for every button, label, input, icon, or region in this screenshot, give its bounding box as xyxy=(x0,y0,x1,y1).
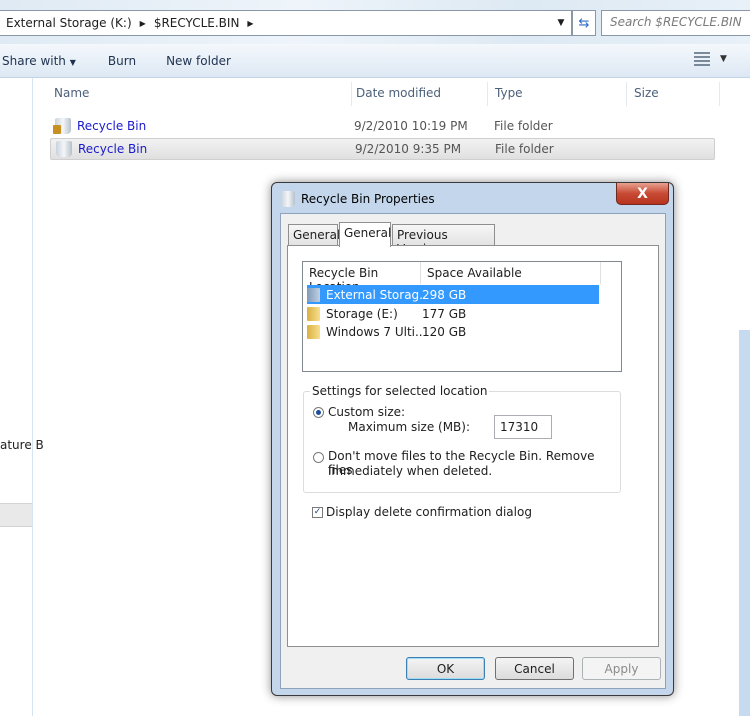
custom-size-label: Custom size: xyxy=(328,405,406,419)
nav-item-selected[interactable] xyxy=(0,503,32,527)
address-bar[interactable]: External Storage (K:) ▶ $RECYCLE.BIN ▶ xyxy=(0,10,572,36)
breadcrumb-arrow-icon[interactable]: ▶ xyxy=(140,19,146,28)
location-item[interactable]: Windows 7 Ulti... 120 GB xyxy=(307,322,599,341)
list-header-space[interactable]: Space Available xyxy=(421,262,601,284)
scrollbar[interactable] xyxy=(739,330,750,716)
share-with-label: Share with xyxy=(2,53,66,68)
recycle-bin-icon xyxy=(281,191,295,207)
tab-panel: Recycle Bin Location Space Available Ext… xyxy=(287,245,659,647)
dont-move-radio[interactable] xyxy=(313,452,324,463)
address-history-dropdown-icon[interactable]: ▼ xyxy=(552,12,570,34)
dont-move-label-line2: immediately when deleted. xyxy=(328,464,493,478)
tab-general-active[interactable]: General xyxy=(339,222,391,247)
file-row[interactable]: Recycle Bin 9/2/2010 10:19 PM File folde… xyxy=(50,115,715,137)
apply-button[interactable]: Apply xyxy=(582,657,661,680)
recycle-bin-properties-dialog: Recycle Bin Properties X General General… xyxy=(271,182,674,696)
location-name: Windows 7 Ulti... xyxy=(326,324,422,339)
view-options-icon[interactable] xyxy=(694,52,710,68)
confirm-checkbox[interactable]: ✓ xyxy=(312,507,323,518)
location-space: 177 GB xyxy=(422,306,467,321)
location-item[interactable]: Storage (E:) 177 GB xyxy=(307,304,599,323)
cancel-button[interactable]: Cancel xyxy=(495,657,574,680)
tab-previous-versions[interactable]: Previous Versions xyxy=(392,224,495,256)
breadcrumb-drive[interactable]: External Storage (K:) xyxy=(6,16,132,30)
location-list[interactable]: Recycle Bin Location Space Available Ext… xyxy=(302,261,622,372)
recycle-bin-icon xyxy=(56,141,72,157)
navigation-pane xyxy=(0,78,33,716)
command-bar: Share with ▼ Burn New folder xyxy=(0,44,750,78)
breadcrumb-arrow-icon[interactable]: ▶ xyxy=(247,19,253,28)
recycle-bin-icon xyxy=(53,118,71,134)
tab-general[interactable]: General xyxy=(288,224,340,246)
lock-icon xyxy=(53,125,61,134)
settings-group: Settings for selected location Custom si… xyxy=(303,384,621,493)
location-name: Storage (E:) xyxy=(326,306,398,321)
drive-folder-icon xyxy=(307,287,320,302)
dialog-title: Recycle Bin Properties xyxy=(301,192,435,206)
custom-size-radio[interactable] xyxy=(313,407,324,418)
file-type: File folder xyxy=(495,142,554,156)
ok-button[interactable]: OK xyxy=(406,657,485,680)
column-header-size[interactable]: Size xyxy=(630,82,720,106)
max-size-label: Maximum size (MB): xyxy=(348,420,471,434)
group-label: Settings for selected location xyxy=(310,384,490,398)
location-space: 298 GB xyxy=(422,287,467,302)
location-space: 120 GB xyxy=(422,324,467,339)
dialog-body: General General Previous Versions Recycl… xyxy=(280,213,666,689)
file-name: Recycle Bin xyxy=(77,119,147,133)
list-header-location[interactable]: Recycle Bin Location xyxy=(303,262,421,294)
confirm-label: Display delete confirmation dialog xyxy=(326,505,532,519)
breadcrumb-folder[interactable]: $RECYCLE.BIN xyxy=(154,16,240,30)
location-item-selected[interactable]: External Storag... 298 GB xyxy=(307,285,599,304)
file-row-selected[interactable]: Recycle Bin 9/2/2010 9:35 PM File folder xyxy=(50,138,715,160)
burn-button[interactable]: Burn xyxy=(92,54,152,68)
column-header-type[interactable]: Type xyxy=(491,82,627,106)
folder-icon xyxy=(307,306,320,321)
chevron-down-icon[interactable]: ▼ xyxy=(720,54,727,64)
file-type: File folder xyxy=(494,119,553,133)
file-date: 9/2/2010 10:19 PM xyxy=(354,119,468,133)
column-header-date[interactable]: Date modified xyxy=(352,82,488,106)
chevron-down-icon: ▼ xyxy=(69,57,76,67)
share-with-button[interactable]: Share with ▼ xyxy=(0,54,92,68)
max-size-input[interactable]: 17310 xyxy=(494,415,552,439)
column-header-name[interactable]: Name xyxy=(50,82,352,106)
refresh-button[interactable]: ⇆ xyxy=(572,10,596,36)
nav-item[interactable]: ature B xyxy=(0,438,44,452)
close-button[interactable]: X xyxy=(616,183,669,205)
file-name: Recycle Bin xyxy=(78,142,148,156)
location-name: External Storag... xyxy=(326,287,422,302)
new-folder-button[interactable]: New folder xyxy=(152,54,247,68)
file-date: 9/2/2010 9:35 PM xyxy=(355,142,462,156)
search-input[interactable]: Search $RECYCLE.BIN xyxy=(601,10,750,36)
folder-icon xyxy=(307,324,320,339)
